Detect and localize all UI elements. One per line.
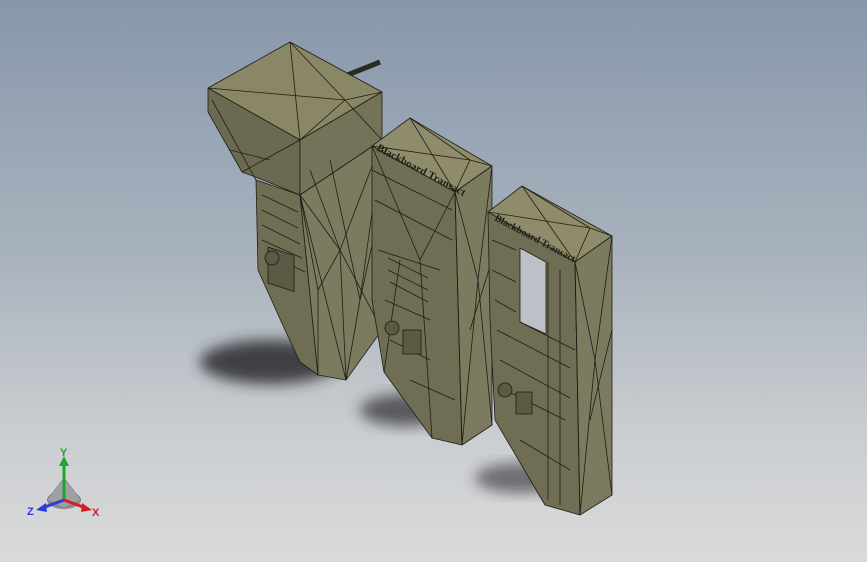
kiosk-3-window: [519, 247, 547, 335]
kiosk-2-reader: [384, 320, 400, 336]
kiosk-1-model[interactable]: [207, 41, 383, 381]
triad-y-label: Y: [60, 448, 68, 459]
kiosk-1-reader: [264, 250, 280, 266]
triad-x-arrow: [81, 503, 92, 512]
graphics-viewport[interactable]: Blackboard Transact Blackboard Transact: [0, 0, 867, 562]
kiosk-3-card-slot: [515, 391, 533, 415]
model-scene[interactable]: Blackboard Transact Blackboard Transact: [0, 0, 867, 562]
triad-z-label: Z: [27, 506, 34, 518]
kiosk-1-antenna: [344, 59, 381, 79]
kiosk-3-reader: [497, 382, 513, 398]
reference-triad: Y X Z: [27, 448, 100, 519]
triad-x-label: X: [92, 507, 100, 519]
triad-z-arrow: [36, 503, 47, 512]
kiosk-2-card-slot: [402, 329, 422, 355]
